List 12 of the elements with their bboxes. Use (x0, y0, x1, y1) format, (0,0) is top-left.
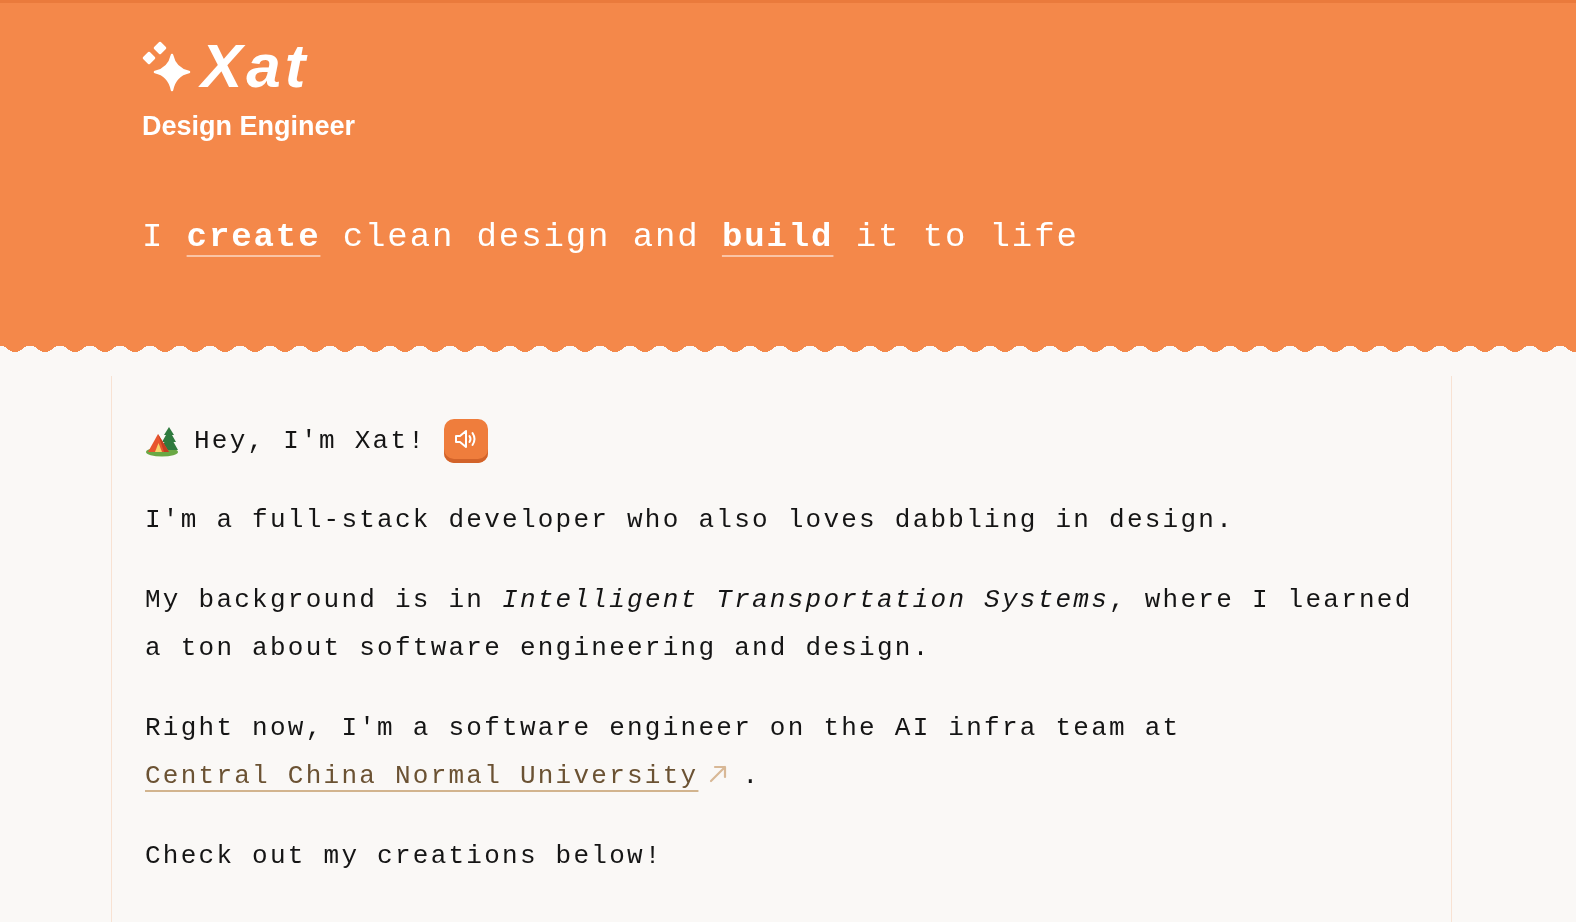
subtitle: Design Engineer (142, 110, 356, 143)
tent-icon (145, 425, 179, 457)
paragraph: Right now, I'm a software engineer on the AI infra team at Central China Normal University . (145, 712, 1182, 793)
paragraph: Check out my creations below! (145, 840, 664, 873)
speaker-button[interactable] (444, 419, 489, 463)
paragraph: I'm a full-stack developer who also loves dabbling in design. (145, 504, 1235, 537)
greeting-heading: Hey, I'm Xat! (194, 425, 427, 458)
sparkle-icon (142, 40, 192, 92)
university-link[interactable]: Central China Normal University (145, 761, 699, 791)
external-link-arrow-icon (708, 764, 729, 784)
tagline: I create clean design and build it to life (142, 217, 1079, 258)
paragraph: My background is in Intelligent Transportation Systems, where I learned a ton about software engineering and design. (145, 584, 1414, 665)
